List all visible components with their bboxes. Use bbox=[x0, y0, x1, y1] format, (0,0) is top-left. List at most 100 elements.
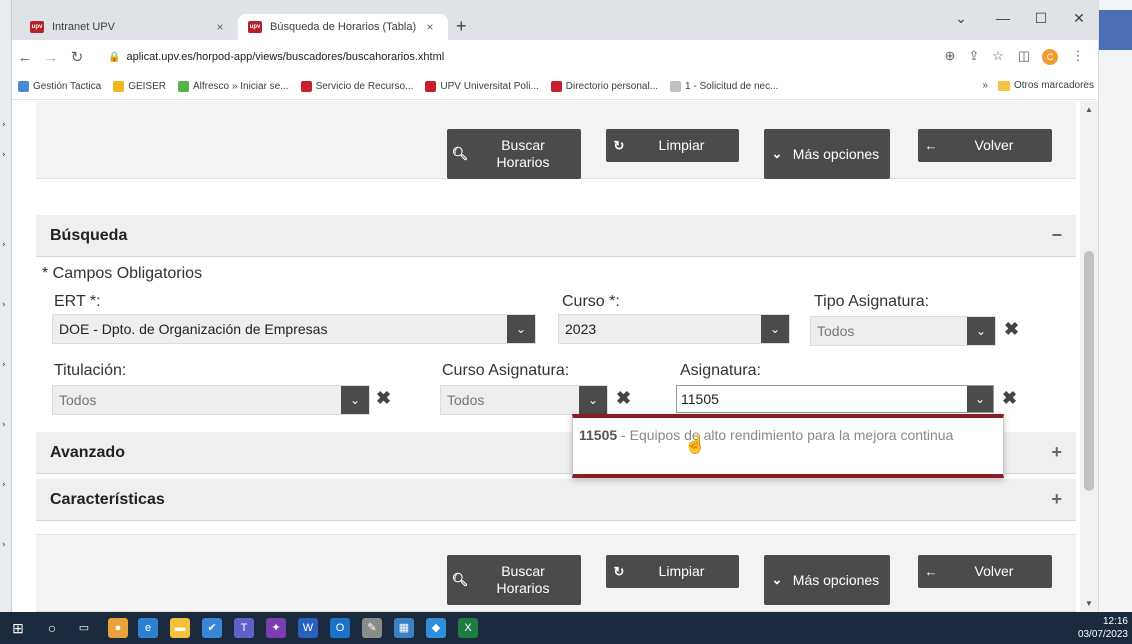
reload-icon[interactable]: ↻ bbox=[64, 48, 90, 66]
bookmark-item[interactable]: Alfresco » Iniciar se... bbox=[177, 81, 289, 92]
clear-titulacion-icon[interactable]: ✖ bbox=[376, 388, 391, 409]
clear-curso-asignatura-icon[interactable]: ✖ bbox=[616, 388, 631, 409]
button-label: Buscar Horarios bbox=[496, 563, 550, 596]
outlook-icon[interactable]: O bbox=[330, 618, 350, 638]
forward-arrow-icon[interactable]: → bbox=[38, 49, 64, 66]
file-explorer-icon[interactable]: ▬ bbox=[170, 618, 190, 638]
search-icon: 🔍︎ bbox=[451, 572, 469, 587]
chevron-down-icon[interactable]: ⌄ bbox=[341, 386, 369, 414]
asignatura-input[interactable]: 11505 ⌄ bbox=[676, 385, 994, 413]
panel-caracteristicas-header[interactable]: Características + bbox=[36, 479, 1076, 521]
app-icon[interactable]: ◆ bbox=[426, 618, 446, 638]
background-glyph: › bbox=[1, 300, 7, 310]
search-schedules-button[interactable]: 🔍︎ Buscar Horarios bbox=[447, 129, 581, 179]
titulacion-select[interactable]: Todos ⌄ bbox=[52, 385, 370, 415]
suggestion-code: 11505 bbox=[579, 427, 618, 443]
share-icon[interactable]: ⇪ bbox=[964, 48, 984, 64]
search-schedules-button[interactable]: 🔍︎ Buscar Horarios bbox=[447, 555, 581, 605]
bookmark-item[interactable]: Gestión Tactica bbox=[18, 81, 101, 92]
panel-busqueda-header[interactable]: Búsqueda − bbox=[36, 215, 1076, 257]
app-icon[interactable]: ✔ bbox=[202, 618, 222, 638]
chrome-icon[interactable]: ● bbox=[108, 618, 128, 638]
word-icon[interactable]: W bbox=[298, 618, 318, 638]
expand-icon[interactable]: + bbox=[1051, 489, 1062, 510]
edge-icon[interactable]: e bbox=[138, 618, 158, 638]
close-window-button[interactable]: ✕ bbox=[1064, 10, 1094, 27]
background-glyph: › bbox=[1, 120, 7, 130]
bookmark-label: Directorio personal... bbox=[565, 81, 659, 92]
bookmark-label: Gestión Tactica bbox=[33, 81, 102, 92]
calculator-icon[interactable]: ▦ bbox=[394, 618, 414, 638]
search-icon[interactable]: ○ bbox=[42, 618, 62, 638]
clear-tipo-asignatura-icon[interactable]: ✖ bbox=[1004, 319, 1019, 340]
other-bookmarks[interactable]: Otros marcadores bbox=[1014, 80, 1094, 91]
bookmark-item[interactable]: UPV Universitat Poli... bbox=[425, 81, 539, 92]
collapse-icon[interactable]: − bbox=[1051, 225, 1062, 246]
chevron-down-icon[interactable]: ⌄ bbox=[761, 315, 789, 343]
page-scrollbar[interactable]: ▲ ▼ bbox=[1080, 101, 1098, 612]
chevron-down-icon[interactable]: ⌄ bbox=[967, 386, 993, 412]
excel-icon[interactable]: X bbox=[458, 618, 478, 638]
tab-busqueda-horarios[interactable]: upv Búsqueda de Horarios (Tabla) × bbox=[238, 14, 448, 40]
chevron-down-icon[interactable]: ⌄ bbox=[967, 317, 995, 345]
bookmark-item[interactable]: Directorio personal... bbox=[550, 81, 659, 92]
action-bar-top: 🔍︎ Buscar Horarios ↻ Limpiar ⌄ Más opcio… bbox=[36, 101, 1076, 179]
background-glyph: › bbox=[1, 150, 7, 160]
tab-search-button[interactable]: ⌄ bbox=[946, 10, 976, 27]
app-icon[interactable]: ✎ bbox=[362, 618, 382, 638]
background-glyph: › bbox=[1, 540, 7, 550]
minimize-button[interactable]: — bbox=[988, 10, 1018, 26]
page-content: 🔍︎ Buscar Horarios ↻ Limpiar ⌄ Más opcio… bbox=[36, 101, 1078, 612]
bookmark-item[interactable]: Servicio de Recurso... bbox=[300, 81, 413, 92]
scroll-up-icon[interactable]: ▲ bbox=[1085, 105, 1093, 114]
refresh-icon: ↻ bbox=[613, 563, 625, 579]
bookmark-item[interactable]: GEISER bbox=[113, 81, 166, 92]
profile-avatar[interactable]: C bbox=[1042, 49, 1058, 65]
titulacion-label: Titulación: bbox=[54, 362, 127, 379]
curso-select[interactable]: 2023 ⌄ bbox=[558, 314, 790, 344]
suggestion-text: Equipos de alto rendimiento para la mejo… bbox=[629, 427, 954, 443]
bookmark-item[interactable]: 1 - Solicitud de nec... bbox=[670, 81, 778, 92]
curso-asignatura-select[interactable]: Todos ⌄ bbox=[440, 385, 608, 415]
system-clock[interactable]: 12:16 03/07/2023 bbox=[1078, 615, 1128, 641]
more-options-button[interactable]: ⌄ Más opciones bbox=[764, 555, 890, 605]
browser-window: upv Intranet UPV × upv Búsqueda de Horar… bbox=[12, 0, 1098, 612]
bookmark-favicon-icon bbox=[113, 81, 125, 92]
sidepanel-icon[interactable]: ◫ bbox=[1014, 48, 1034, 64]
asignatura-label: Asignatura: bbox=[680, 362, 761, 379]
back-arrow-icon[interactable]: ← bbox=[12, 49, 38, 66]
zoom-icon[interactable]: ⊕ bbox=[940, 48, 960, 64]
maximize-button[interactable]: ☐ bbox=[1026, 10, 1056, 27]
expand-icon[interactable]: + bbox=[1051, 442, 1062, 463]
clear-button[interactable]: ↻ Limpiar bbox=[606, 129, 739, 162]
asignatura-autocomplete-option[interactable]: 11505 - Equipos de alto rendimiento para… bbox=[572, 414, 1004, 478]
clear-asignatura-icon[interactable]: ✖ bbox=[1002, 388, 1017, 409]
teams-icon[interactable]: T bbox=[234, 618, 254, 638]
chevron-down-icon[interactable]: ⌄ bbox=[507, 315, 535, 343]
scrollbar-thumb[interactable] bbox=[1084, 251, 1094, 491]
bookmark-favicon-icon bbox=[18, 81, 29, 92]
scroll-down-icon[interactable]: ▼ bbox=[1085, 599, 1093, 608]
task-view-icon[interactable]: ▭ bbox=[74, 618, 94, 638]
windows-start-icon[interactable]: ⊞ bbox=[8, 618, 28, 638]
tipo-asignatura-select[interactable]: Todos ⌄ bbox=[810, 316, 996, 346]
bookmark-star-icon[interactable]: ☆ bbox=[988, 48, 1008, 64]
windows-taskbar: ⊞ ○ ▭ ● e ▬ ✔ T ✦ W O ✎ ▦ ◆ X 12:16 03/0… bbox=[0, 612, 1132, 644]
more-options-button[interactable]: ⌄ Más opciones bbox=[764, 129, 890, 179]
arrow-left-icon: ← bbox=[924, 138, 938, 153]
back-button[interactable]: ← Volver bbox=[918, 129, 1052, 162]
tab-close-icon[interactable]: × bbox=[212, 20, 228, 34]
ert-select[interactable]: DOE - Dpto. de Organización de Empresas … bbox=[52, 314, 536, 344]
chevron-down-icon[interactable]: ⌄ bbox=[579, 386, 607, 414]
app-icon[interactable]: ✦ bbox=[266, 618, 286, 638]
clock-date: 03/07/2023 bbox=[1077, 629, 1128, 640]
new-tab-button[interactable]: + bbox=[456, 16, 467, 37]
back-button[interactable]: ← Volver bbox=[918, 555, 1052, 588]
bookmarks-more-button[interactable]: » bbox=[982, 80, 988, 91]
menu-kebab-icon[interactable]: ⋮ bbox=[1068, 48, 1088, 64]
bookmark-favicon-icon bbox=[177, 81, 189, 92]
address-bar[interactable]: 🔒 aplicat.upv.es/horpod-app/views/buscad… bbox=[108, 45, 918, 69]
clear-button[interactable]: ↻ Limpiar bbox=[606, 555, 739, 588]
tab-intranet[interactable]: upv Intranet UPV × bbox=[20, 14, 238, 40]
tab-close-icon[interactable]: × bbox=[422, 20, 438, 34]
